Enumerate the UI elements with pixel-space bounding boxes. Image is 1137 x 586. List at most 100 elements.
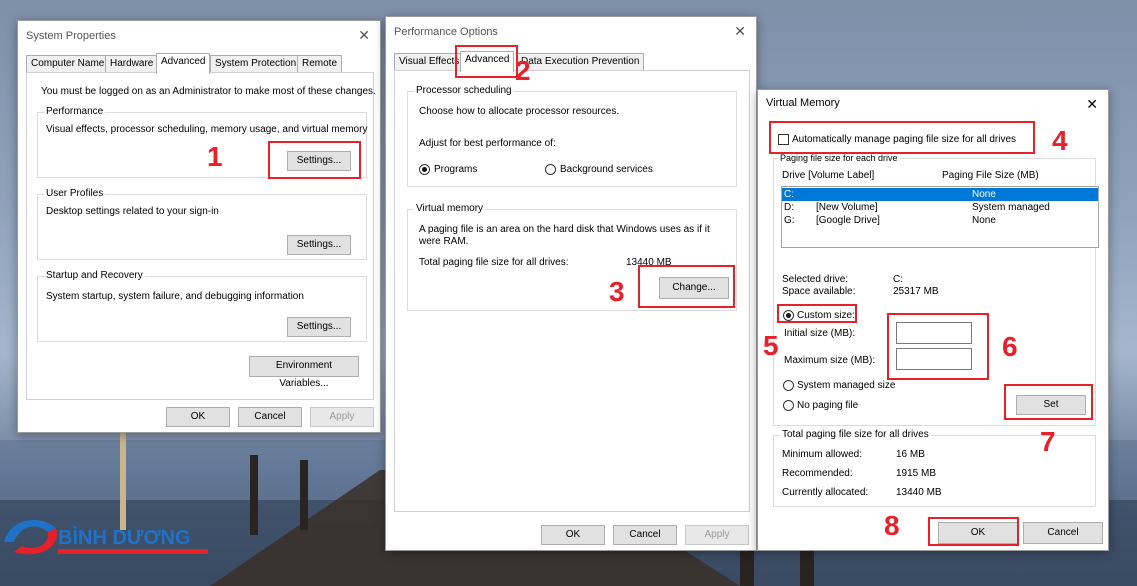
adjust-label: Adjust for best performance of: <box>419 138 556 149</box>
space-available-label: Space available: <box>782 286 856 297</box>
selected-drive-label: Selected drive: <box>782 274 849 285</box>
maximum-size-input[interactable] <box>896 348 972 370</box>
cancel-button[interactable]: Cancel <box>613 525 677 545</box>
currently-allocated-value: 13440 MB <box>896 487 942 498</box>
virtual-memory-title: Virtual Memory <box>758 90 1108 116</box>
column-paging-size: Paging File Size (MB) <box>942 170 1039 181</box>
virtual-memory-dialog: Virtual Memory ✕ Automatically manage pa… <box>757 89 1109 551</box>
close-icon[interactable]: ✕ <box>734 23 746 39</box>
system-properties-title: System Properties <box>18 21 380 51</box>
tab-computer-name[interactable]: Computer Name <box>26 55 110 73</box>
step-number-1: 1 <box>207 141 223 172</box>
drive-letter: G: <box>784 215 795 226</box>
list-item[interactable]: D: [New Volume] System managed <box>782 201 1098 214</box>
drive-size: System managed <box>972 202 1050 213</box>
set-button[interactable]: Set <box>1016 395 1086 415</box>
tab-system-protection[interactable]: System Protection <box>210 55 302 73</box>
recommended-value: 1915 MB <box>896 468 937 479</box>
tab-advanced[interactable]: Advanced <box>460 51 515 72</box>
background-services-label[interactable]: Background services <box>560 164 653 175</box>
recommended-label: Recommended: <box>782 468 853 479</box>
performance-desc: Visual effects, processor scheduling, me… <box>46 124 368 135</box>
background-services-radio[interactable] <box>545 164 556 175</box>
total-paging-title: Total paging file size for all drives <box>780 429 931 440</box>
drive-size: None <box>972 215 996 226</box>
tab-visual-effects[interactable]: Visual Effects <box>394 53 465 71</box>
user-profiles-group: User Profiles Desktop settings related t… <box>37 188 367 260</box>
step-number-3: 3 <box>609 276 625 307</box>
custom-size-label[interactable]: Custom size: <box>797 310 855 321</box>
cancel-button[interactable]: Cancel <box>238 407 302 427</box>
startup-recovery-group: Startup and Recovery System startup, sys… <box>37 270 367 342</box>
virtual-memory-title: Virtual memory <box>414 203 486 214</box>
performance-options-dialog: Performance Options ✕ Visual Effects Adv… <box>385 16 757 551</box>
programs-radio[interactable] <box>419 164 430 175</box>
tab-data-execution-prevention[interactable]: Data Execution Prevention <box>516 53 645 71</box>
step-number-6: 6 <box>1002 331 1018 362</box>
custom-size-radio[interactable] <box>783 310 794 321</box>
environment-variables-button[interactable]: Environment Variables... <box>249 356 359 389</box>
startup-recovery-desc: System startup, system failure, and debu… <box>46 291 304 302</box>
auto-manage-label[interactable]: Automatically manage paging file size fo… <box>792 134 1016 145</box>
processor-scheduling-group: Processor scheduling Choose how to alloc… <box>407 85 737 187</box>
virtual-memory-desc-1: A paging file is an area on the hard dis… <box>419 224 710 235</box>
system-properties-dialog: System Properties ✕ Computer Name Hardwa… <box>17 20 381 433</box>
auto-manage-checkbox[interactable] <box>778 134 789 145</box>
maximum-size-label: Maximum size (MB): <box>784 355 876 366</box>
tab-remote[interactable]: Remote <box>297 55 343 73</box>
tab-hardware[interactable]: Hardware <box>105 55 159 73</box>
performance-options-title: Performance Options <box>386 17 756 47</box>
drive-list[interactable]: C: None D: [New Volume] System managed G… <box>781 186 1099 248</box>
virtual-memory-group: Virtual memory A paging file is an area … <box>407 203 737 311</box>
user-profiles-settings-button[interactable]: Settings... <box>287 235 351 255</box>
system-managed-radio[interactable] <box>783 380 794 391</box>
drive-label: [New Volume] <box>816 202 878 213</box>
tab-advanced[interactable]: Advanced <box>156 53 211 74</box>
space-available-value: 25317 MB <box>893 286 939 297</box>
startup-recovery-title: Startup and Recovery <box>44 270 145 281</box>
initial-size-label: Initial size (MB): <box>784 328 856 339</box>
paging-file-group: Paging file size for each drive Drive [V… <box>773 153 1099 426</box>
startup-recovery-settings-button[interactable]: Settings... <box>287 317 351 337</box>
column-drive: Drive [Volume Label] <box>782 170 875 181</box>
ok-button[interactable]: OK <box>938 522 1018 544</box>
processor-scheduling-title: Processor scheduling <box>414 85 514 96</box>
advanced-panel: You must be logged on as an Administrato… <box>26 72 376 400</box>
admin-note: You must be logged on as an Administrato… <box>41 86 376 97</box>
drive-label: [Google Drive] <box>816 215 880 226</box>
initial-size-input[interactable] <box>896 322 972 344</box>
list-item[interactable]: G: [Google Drive] None <box>782 214 1098 227</box>
cancel-button[interactable]: Cancel <box>1023 522 1103 544</box>
total-paging-label: Total paging file size for all drives: <box>419 257 569 268</box>
virtual-memory-desc-2: were RAM. <box>419 236 469 247</box>
logo-text: BÌNH DƯƠNG <box>58 526 191 549</box>
step-number-5: 5 <box>763 330 779 361</box>
drive-size: None <box>972 189 996 200</box>
performance-title: Performance <box>44 106 106 117</box>
close-icon[interactable]: ✕ <box>1086 96 1098 112</box>
performance-settings-button[interactable]: Settings... <box>287 151 351 171</box>
step-number-7: 7 <box>1040 426 1056 457</box>
step-number-2: 2 <box>515 55 531 86</box>
change-button[interactable]: Change... <box>659 277 729 299</box>
programs-label[interactable]: Programs <box>434 164 477 175</box>
system-managed-label[interactable]: System managed size <box>797 380 895 391</box>
close-icon[interactable]: ✕ <box>358 27 370 43</box>
ok-button[interactable]: OK <box>541 525 605 545</box>
no-paging-file-label[interactable]: No paging file <box>797 400 858 411</box>
minimum-allowed-label: Minimum allowed: <box>782 449 863 460</box>
apply-button[interactable]: Apply <box>685 525 749 545</box>
performance-group: Performance Visual effects, processor sc… <box>37 106 368 178</box>
currently-allocated-label: Currently allocated: <box>782 487 869 498</box>
drive-letter: C: <box>784 189 794 200</box>
apply-button[interactable]: Apply <box>310 407 374 427</box>
step-number-4: 4 <box>1052 125 1068 156</box>
ok-button[interactable]: OK <box>166 407 230 427</box>
list-item[interactable]: C: None <box>782 188 1098 201</box>
no-paging-file-radio[interactable] <box>783 400 794 411</box>
user-profiles-desc: Desktop settings related to your sign-in <box>46 206 219 217</box>
total-paging-value: 13440 MB <box>626 257 672 268</box>
drive-letter: D: <box>784 202 794 213</box>
paging-file-group-title: Paging file size for each drive <box>778 153 900 163</box>
user-profiles-title: User Profiles <box>44 188 106 199</box>
